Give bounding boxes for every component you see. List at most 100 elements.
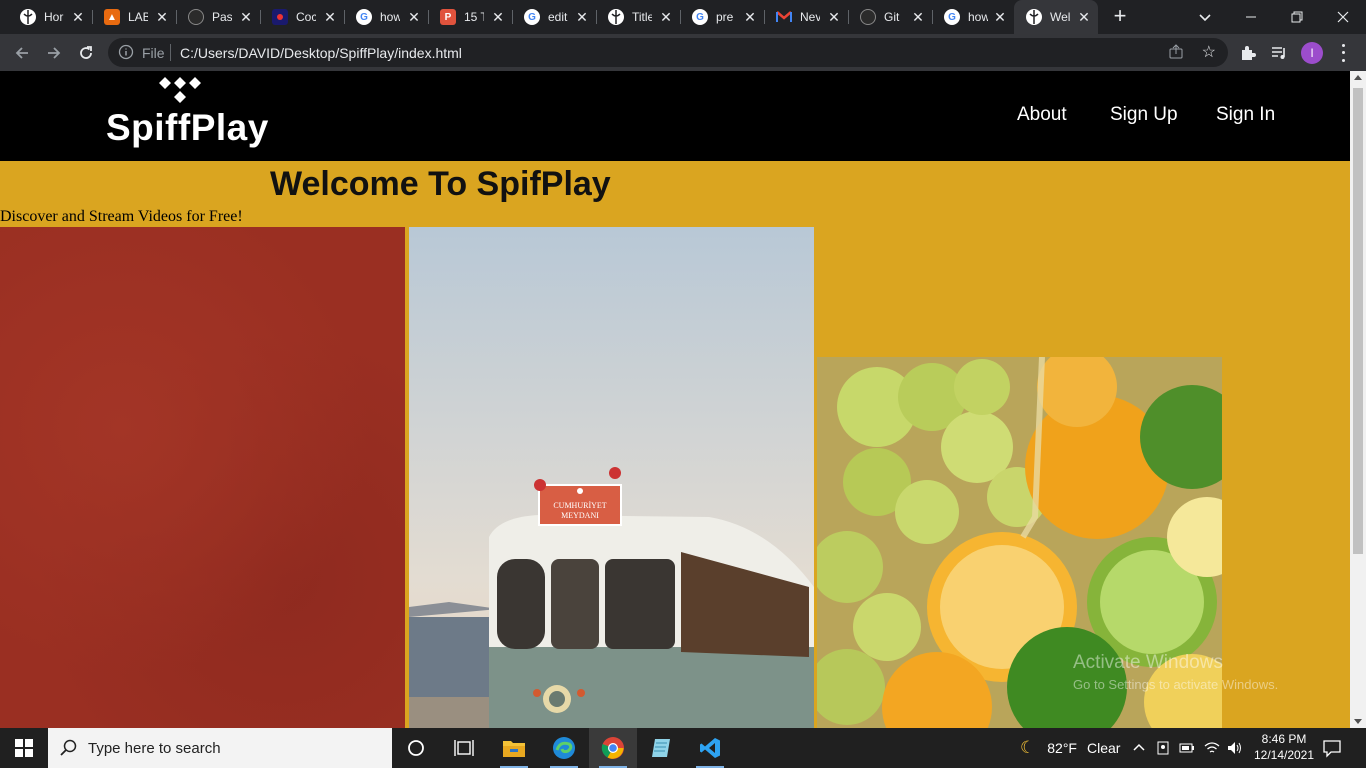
battery-icon[interactable] bbox=[1179, 742, 1195, 754]
notepad-icon bbox=[652, 739, 670, 757]
scroll-thumb[interactable] bbox=[1353, 88, 1363, 554]
tab-title: LAB bbox=[128, 10, 148, 24]
scroll-down-arrow-icon[interactable] bbox=[1354, 719, 1362, 724]
bookmark-star-icon[interactable]: ☆ bbox=[1202, 42, 1216, 62]
tab-4[interactable]: G how ✕ bbox=[344, 0, 428, 34]
tab-title: how bbox=[968, 10, 988, 24]
restore-button[interactable] bbox=[1274, 0, 1320, 34]
site-logo-text[interactable]: SpiffPlay bbox=[106, 107, 269, 149]
close-tab-icon[interactable]: ✕ bbox=[490, 9, 506, 25]
notification-center-icon[interactable] bbox=[1322, 738, 1342, 758]
volume-icon[interactable] bbox=[1227, 741, 1243, 755]
search-icon bbox=[60, 739, 77, 756]
google-icon: G bbox=[944, 9, 960, 25]
url-text[interactable]: C:/Users/DAVID/Desktop/SpiffPlay/index.h… bbox=[180, 45, 462, 61]
taskbar-search[interactable]: Type here to search bbox=[48, 728, 392, 768]
cortana-icon bbox=[408, 740, 424, 756]
task-view-icon bbox=[454, 740, 474, 756]
weather-temp: 82°F bbox=[1047, 740, 1077, 756]
close-window-button[interactable] bbox=[1320, 0, 1366, 34]
info-icon[interactable] bbox=[118, 44, 134, 60]
wifi-icon[interactable] bbox=[1204, 741, 1220, 755]
tab-title: Title bbox=[632, 10, 652, 24]
logo-diamonds-icon bbox=[159, 77, 201, 103]
coc-icon bbox=[272, 9, 288, 25]
activate-windows-title: Activate Windows bbox=[1073, 652, 1223, 673]
edge-app[interactable] bbox=[540, 728, 588, 768]
tram-photo: CUMHURİYET MEYDANI bbox=[409, 227, 814, 728]
file-explorer-app[interactable] bbox=[490, 728, 538, 768]
address-divider bbox=[170, 44, 171, 61]
close-tab-icon[interactable]: ✕ bbox=[406, 9, 422, 25]
chrome-app[interactable] bbox=[589, 728, 637, 768]
p-icon: P bbox=[440, 9, 456, 25]
vscode-app[interactable] bbox=[686, 728, 734, 768]
taskbar-clock[interactable]: 8:46 PM 12/14/2021 bbox=[1252, 731, 1316, 763]
start-button[interactable] bbox=[0, 728, 48, 768]
close-tab-icon[interactable]: ✕ bbox=[1076, 9, 1092, 25]
new-tab-button[interactable]: + bbox=[1108, 5, 1132, 29]
tab-2[interactable]: Pas ✕ bbox=[176, 0, 260, 34]
tab-title: Nev bbox=[800, 10, 820, 24]
task-view-button[interactable] bbox=[440, 728, 488, 768]
tab-12-active[interactable]: Wel ✕ bbox=[1014, 0, 1098, 34]
tab-6[interactable]: G edit ✕ bbox=[512, 0, 596, 34]
close-tab-icon[interactable]: ✕ bbox=[70, 9, 86, 25]
folder-icon bbox=[503, 741, 525, 757]
tab-0[interactable]: Hor ✕ bbox=[8, 0, 92, 34]
weather-widget[interactable]: ☾ 82°F Clear bbox=[1020, 728, 1120, 768]
tab-5[interactable]: P 15 T ✕ bbox=[428, 0, 512, 34]
close-tab-icon[interactable]: ✕ bbox=[574, 9, 590, 25]
search-placeholder: Type here to search bbox=[88, 740, 221, 757]
close-tab-icon[interactable]: ✕ bbox=[154, 9, 170, 25]
forward-button[interactable] bbox=[41, 40, 67, 66]
tab-11[interactable]: G how ✕ bbox=[932, 0, 1014, 34]
profile-avatar[interactable]: I bbox=[1301, 42, 1323, 64]
github-icon bbox=[188, 9, 204, 25]
scroll-up-arrow-icon[interactable] bbox=[1354, 75, 1362, 80]
close-tab-icon[interactable]: ✕ bbox=[992, 9, 1008, 25]
tab-8[interactable]: G pre ✕ bbox=[680, 0, 764, 34]
minimize-button[interactable] bbox=[1228, 0, 1274, 34]
close-tab-icon[interactable]: ✕ bbox=[910, 9, 926, 25]
tram-sign-line1: CUMHURİYET bbox=[553, 501, 606, 510]
nav-link-sign-up[interactable]: Sign Up bbox=[1110, 104, 1178, 126]
notepad-app[interactable] bbox=[637, 728, 685, 768]
close-tab-icon[interactable]: ✕ bbox=[742, 9, 758, 25]
back-button[interactable] bbox=[9, 40, 35, 66]
share-icon[interactable] bbox=[1168, 44, 1184, 60]
tab-search-icon[interactable] bbox=[1194, 6, 1216, 28]
close-tab-icon[interactable]: ✕ bbox=[658, 9, 674, 25]
clock-date: 12/14/2021 bbox=[1253, 748, 1315, 762]
chrome-menu-icon[interactable] bbox=[1335, 42, 1351, 64]
nav-link-about[interactable]: About bbox=[1017, 104, 1067, 126]
weather-text: Clear bbox=[1086, 740, 1121, 756]
clock-time: 8:46 PM bbox=[1261, 732, 1307, 746]
meet-now-icon[interactable] bbox=[1156, 740, 1170, 756]
tab-1[interactable]: ▲ LAB ✕ bbox=[92, 0, 176, 34]
close-tab-icon[interactable]: ✕ bbox=[826, 9, 842, 25]
extensions-icon[interactable] bbox=[1238, 43, 1258, 63]
address-bar[interactable]: File C:/Users/DAVID/Desktop/SpiffPlay/in… bbox=[108, 38, 1228, 67]
tab-10[interactable]: Git ✕ bbox=[848, 0, 932, 34]
tab-title: how bbox=[380, 10, 400, 24]
close-tab-icon[interactable]: ✕ bbox=[238, 9, 254, 25]
page-tagline: Discover and Stream Videos for Free! bbox=[0, 208, 243, 225]
tab-strip: Hor ✕ ▲ LAB ✕ Pas ✕ Coc ✕ G how ✕ P 15 T… bbox=[0, 0, 1366, 34]
reload-button[interactable] bbox=[73, 40, 99, 66]
show-hidden-icons-icon[interactable] bbox=[1132, 741, 1146, 755]
tram-sign-line2: MEYDANI bbox=[561, 511, 599, 520]
nav-link-sign-in[interactable]: Sign In bbox=[1216, 104, 1275, 126]
tab-7[interactable]: Title ✕ bbox=[596, 0, 680, 34]
edge-icon bbox=[553, 737, 575, 759]
page-scrollbar[interactable] bbox=[1350, 71, 1366, 728]
close-tab-icon[interactable]: ✕ bbox=[322, 9, 338, 25]
tab-3[interactable]: Coc ✕ bbox=[260, 0, 344, 34]
cortana-button[interactable] bbox=[392, 728, 440, 768]
media-control-icon[interactable] bbox=[1269, 43, 1289, 63]
tab-9[interactable]: Nev ✕ bbox=[764, 0, 848, 34]
red-texture-image bbox=[0, 227, 405, 728]
google-icon: G bbox=[356, 9, 372, 25]
gmail-icon bbox=[776, 9, 792, 25]
tab-title: 15 T bbox=[464, 10, 484, 24]
